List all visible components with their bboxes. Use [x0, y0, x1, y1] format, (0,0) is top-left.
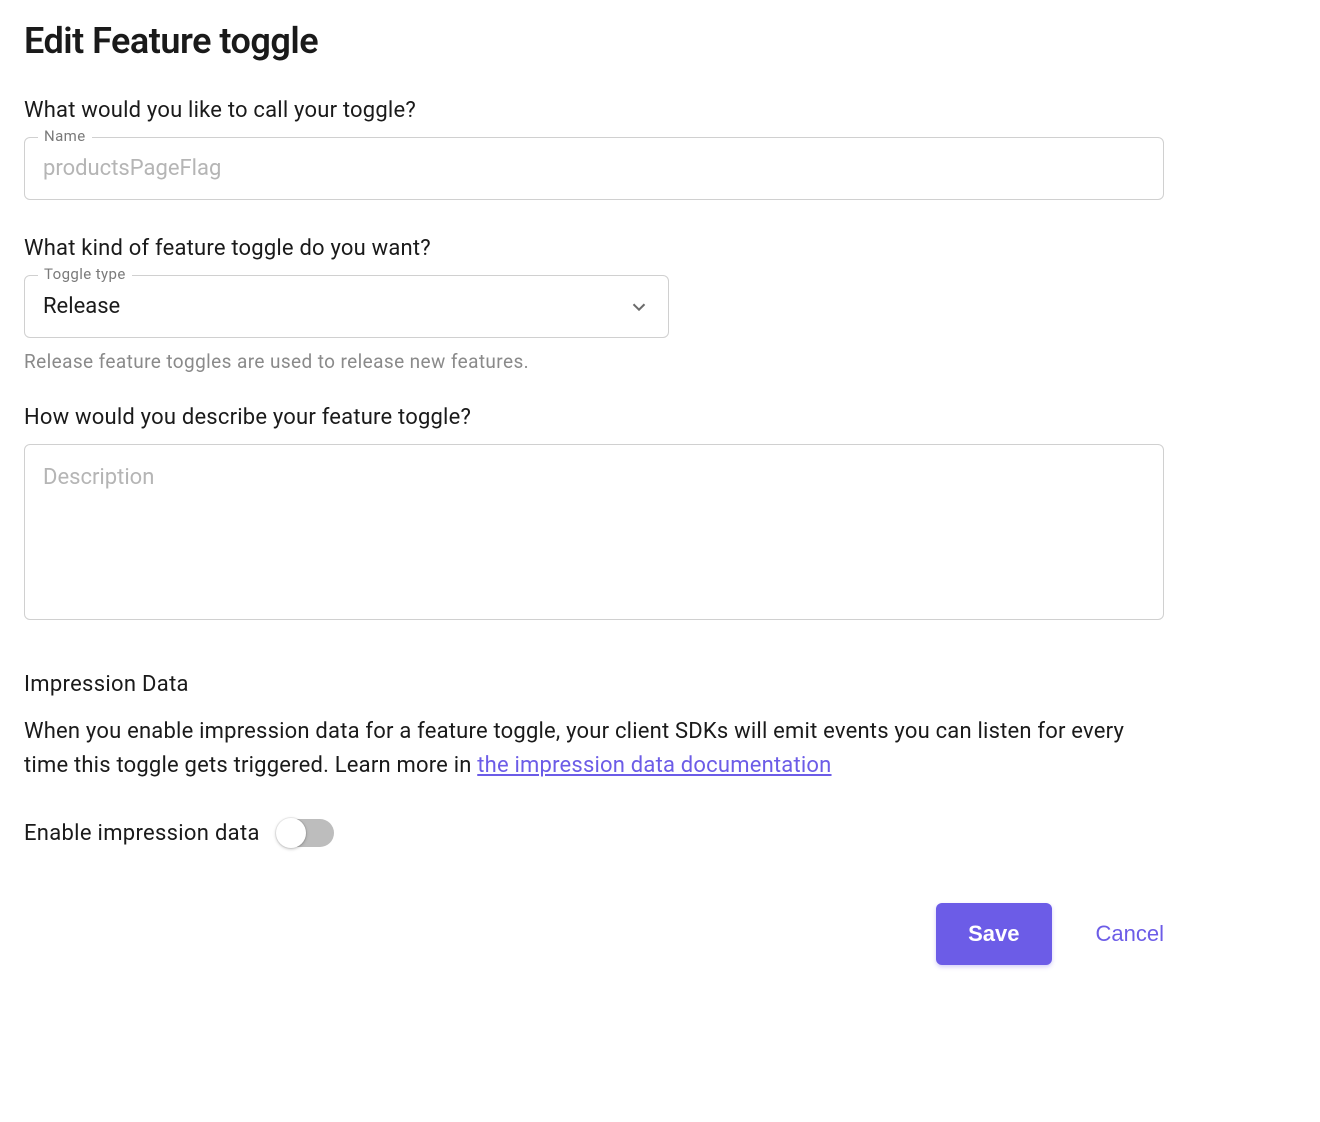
toggle-type-value: Release [43, 294, 120, 319]
impression-heading: Impression Data [24, 672, 1296, 697]
type-question: What kind of feature toggle do you want? [24, 236, 1296, 261]
name-field: Name [24, 137, 1164, 200]
name-question: What would you like to call your toggle? [24, 98, 1296, 123]
switch-thumb [276, 818, 306, 848]
desc-question: How would you describe your feature togg… [24, 405, 1296, 430]
type-helper-text: Release feature toggles are used to rele… [24, 350, 1296, 373]
chevron-down-icon [628, 296, 650, 318]
toggle-type-select[interactable]: Release [24, 275, 669, 338]
description-textarea[interactable] [24, 444, 1164, 620]
impression-switch[interactable] [278, 819, 334, 847]
name-field-label: Name [38, 127, 92, 145]
impression-switch-label: Enable impression data [24, 821, 260, 846]
cancel-button[interactable]: Cancel [1096, 921, 1164, 947]
type-field-label: Toggle type [38, 265, 132, 283]
save-button[interactable]: Save [936, 903, 1051, 965]
name-input[interactable] [24, 137, 1164, 200]
page-title: Edit Feature toggle [24, 20, 1296, 62]
type-field: Toggle type Release [24, 275, 669, 338]
impression-docs-link[interactable]: the impression data documentation [477, 753, 831, 778]
impression-body: When you enable impression data for a fe… [24, 715, 1164, 783]
action-bar: Save Cancel [24, 903, 1164, 965]
